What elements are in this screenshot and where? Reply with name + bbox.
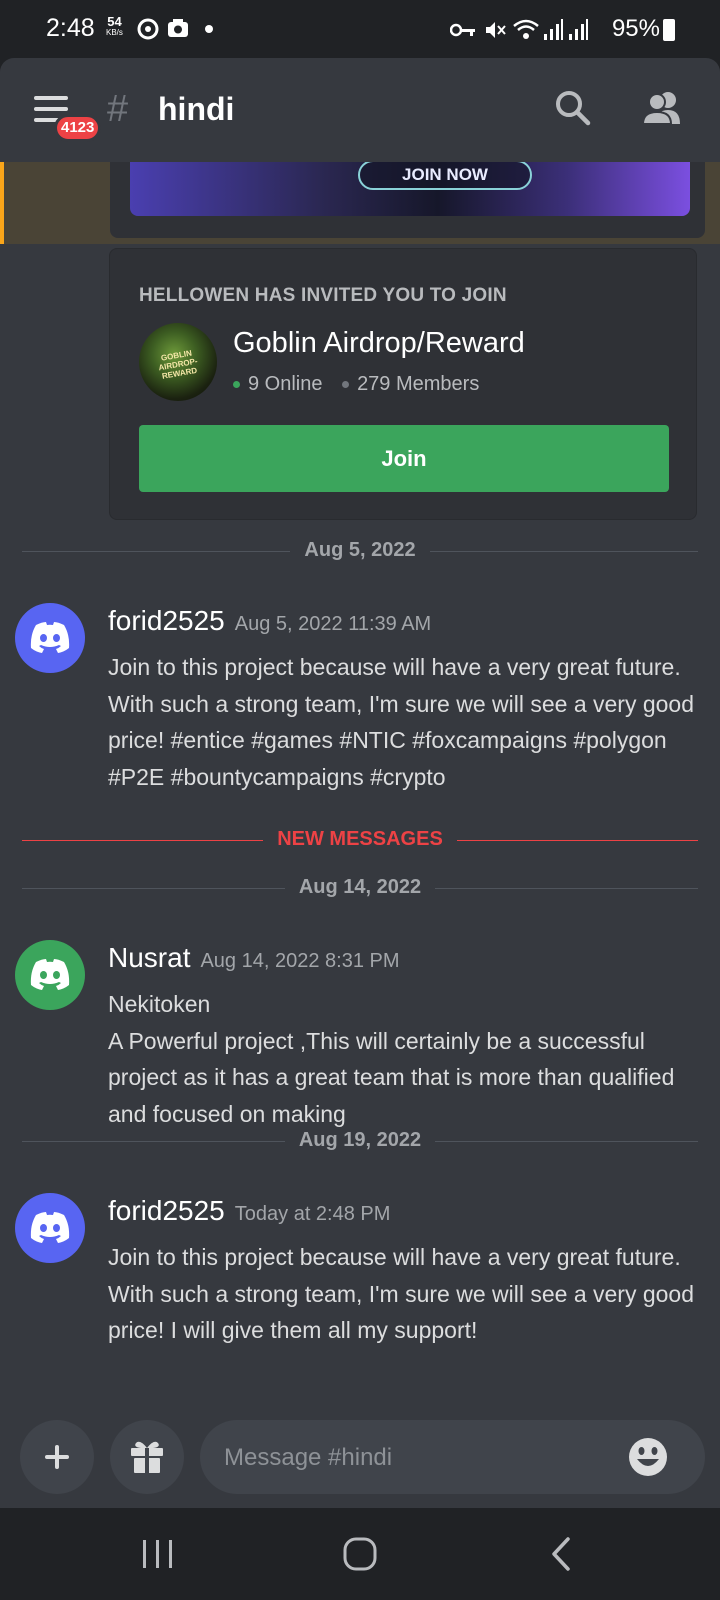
avatar[interactable]	[15, 603, 85, 673]
hamburger-icon-line-mid	[34, 107, 68, 111]
message-content: Join to this project because will have a…	[108, 1244, 695, 1344]
member-count: 279 Members	[357, 373, 480, 395]
message-content: Nekitoken A Powerful project ,This will …	[108, 986, 708, 1132]
online-dot-icon	[233, 381, 240, 389]
online-count: 9 Online	[248, 373, 323, 395]
system-nav-bar	[0, 1508, 720, 1600]
new-messages-divider: NEW MESSAGES	[22, 825, 698, 855]
members-dot-icon	[342, 381, 350, 389]
avatar[interactable]	[15, 1193, 85, 1263]
new-messages-label: NEW MESSAGES	[22, 828, 698, 851]
author-name[interactable]: forid2525	[108, 1195, 225, 1226]
author-name[interactable]: Nusrat	[108, 942, 190, 973]
date-label: Aug 19, 2022	[22, 1129, 698, 1152]
recent-apps-icon[interactable]	[141, 1538, 175, 1570]
channel-name: hindi	[158, 91, 235, 127]
date-label-text: Aug 19, 2022	[284, 1129, 436, 1151]
channel-header: 4123 # hindi	[0, 58, 720, 162]
message-list[interactable]: JOIN NOW HELLOWEN HAS INVITED YOU TO JOI…	[0, 162, 720, 1508]
invite-heading: HELLOWEN HAS INVITED YOU TO JOIN	[139, 285, 507, 306]
emoji-icon[interactable]	[628, 1437, 668, 1477]
message-timestamp: Today at 2:48 PM	[234, 1203, 391, 1225]
message-line: A Powerful project ,This will certainly …	[108, 1027, 675, 1127]
status-time: 2:48	[46, 14, 95, 42]
join-button[interactable]: Join	[139, 425, 669, 492]
hamburger-icon-line-top	[34, 96, 68, 100]
plus-icon	[45, 1445, 69, 1469]
date-label-text: Aug 14, 2022	[284, 876, 436, 898]
message-timestamp: Aug 5, 2022 11:39 AM	[234, 613, 432, 635]
search-icon[interactable]	[555, 90, 591, 126]
discord-logo-icon	[30, 959, 70, 990]
guild-stats: 9 Online 279 Members	[233, 373, 479, 396]
signal-icon-2	[569, 19, 588, 40]
discord-logo-icon	[30, 622, 70, 653]
date-divider: Aug 19, 2022	[22, 1126, 698, 1156]
gift-button[interactable]	[110, 1420, 184, 1494]
date-divider: Aug 5, 2022	[22, 536, 698, 566]
message-author[interactable]: forid2525 Aug 5, 2022 11:39 AM	[108, 605, 431, 637]
message-input-placeholder: Message #hindi	[224, 1444, 393, 1471]
date-label: Aug 14, 2022	[22, 876, 698, 899]
channel-hash-icon: #	[107, 88, 129, 130]
message-author[interactable]: forid2525 Today at 2:48 PM	[108, 1195, 390, 1227]
status-bar: 2:48 54 KB/s 95%	[0, 0, 720, 60]
sync-icon	[137, 18, 159, 40]
discord-logo-icon	[30, 1212, 70, 1243]
network-speed: 54 KB/s	[106, 15, 123, 38]
date-label-text: Aug 5, 2022	[290, 539, 430, 561]
message-line: Nekitoken	[108, 991, 211, 1017]
embed-preview: JOIN NOW	[110, 162, 705, 238]
date-divider: Aug 14, 2022	[22, 873, 698, 903]
back-icon[interactable]	[549, 1536, 573, 1572]
date-label: Aug 5, 2022	[22, 539, 698, 562]
invite-card: HELLOWEN HAS INVITED YOU TO JOIN GOBLIN …	[109, 248, 697, 520]
vpn-key-icon	[450, 23, 475, 37]
new-messages-text: NEW MESSAGES	[263, 828, 457, 850]
guild-name: Goblin Airdrop/Reward	[233, 327, 525, 359]
add-attachment-button[interactable]	[20, 1420, 94, 1494]
signal-icon	[544, 19, 563, 40]
mute-icon	[486, 22, 506, 38]
notification-dot-icon	[205, 25, 213, 33]
message-content: Join to this project because will have a…	[108, 654, 695, 790]
network-speed-unit: KB/s	[106, 28, 123, 37]
members-icon[interactable]	[642, 90, 682, 126]
author-name[interactable]: forid2525	[108, 605, 225, 636]
message-input[interactable]: Message #hindi	[200, 1420, 705, 1494]
join-now-button[interactable]: JOIN NOW	[358, 162, 532, 190]
guild-icon-text: GOBLIN AIRDROP-REWARD	[157, 348, 199, 381]
battery-icon	[663, 19, 675, 41]
home-icon[interactable]	[342, 1536, 378, 1572]
camera-icon	[168, 19, 188, 37]
gift-icon	[131, 1441, 163, 1473]
guild-icon: GOBLIN AIRDROP-REWARD	[139, 323, 217, 401]
message-author[interactable]: Nusrat Aug 14, 2022 8:31 PM	[108, 942, 400, 974]
embed-banner-image: JOIN NOW	[130, 162, 690, 216]
message-timestamp: Aug 14, 2022 8:31 PM	[200, 950, 400, 972]
wifi-icon	[513, 19, 539, 39]
battery-level: 95%	[611, 15, 660, 42]
unread-badge: 4123	[54, 114, 102, 142]
avatar[interactable]	[15, 940, 85, 1010]
